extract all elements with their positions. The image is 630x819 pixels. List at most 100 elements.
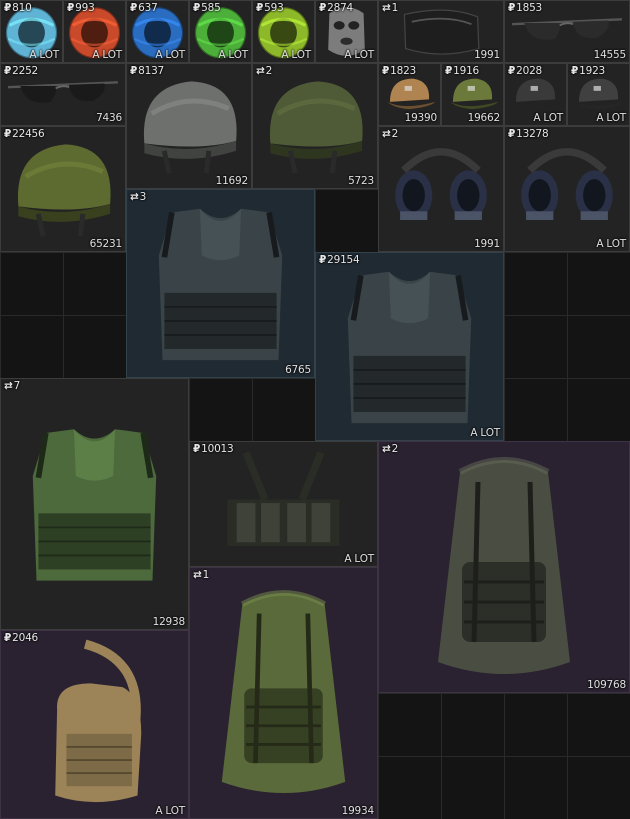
item-face-shield-black[interactable]: ⇄1 1991 [378,0,504,63]
item-armband-green[interactable]: ₽585 A LOT [189,0,252,63]
item-tag: ₽637 [130,2,158,14]
item-tag-value: 2 [391,443,399,455]
item-value: 7436 [96,112,122,124]
item-tag-value: 1853 [516,2,543,14]
item-tag-value: 1823 [390,65,417,77]
item-tag: ₽8137 [130,65,164,77]
currency-icon: ₽ [319,2,327,14]
sling-icon [1,631,188,818]
item-tag: ₽2028 [508,65,542,77]
vest-icon [127,190,314,377]
item-value: 12938 [152,616,186,628]
item-sunglasses-2[interactable]: ₽2252 7436 [0,63,126,126]
item-cap-olive[interactable]: ₽1916 19662 [441,63,504,126]
item-tag-value: 8137 [138,65,165,77]
item-sling-bag[interactable]: ₽2046 A LOT [0,630,189,819]
item-tag-value: 2 [391,128,399,140]
item-value: A LOT [596,112,626,124]
item-tag-value: 1916 [453,65,480,77]
item-tag-value: 1923 [579,65,606,77]
item-backpack-large[interactable]: ⇄2 109768 [378,441,630,693]
item-tag: ₽585 [193,2,221,14]
item-helmet-grey[interactable]: ₽8137 11692 [126,63,252,189]
item-helmet-green-small[interactable]: ⇄2 5723 [252,63,378,189]
item-tag: ₽1923 [571,65,605,77]
item-value: 19390 [404,112,438,124]
item-tag: ⇄1 [193,569,209,581]
currency-icon: ₽ [445,65,453,77]
item-tag-value: 2 [265,65,273,77]
item-sunglasses-1[interactable]: ₽1853 14555 [504,0,630,63]
item-armor-vest-2[interactable]: ₽29154 A LOT [315,252,504,441]
item-tag-value: 2874 [327,2,354,14]
item-value: 1991 [474,49,500,61]
item-value: 5723 [348,175,374,187]
item-value: 11692 [215,175,249,187]
item-tag-value: 29154 [327,254,360,266]
item-tag: ₽1823 [382,65,416,77]
currency-icon: ₽ [4,65,12,77]
currency-icon: ₽ [508,2,516,14]
item-tag-value: 10013 [201,443,234,455]
currency-icon: ₽ [130,65,138,77]
currency-icon: ₽ [571,65,579,77]
item-tag: ₽593 [256,2,284,14]
headset-icon [505,127,629,251]
item-headset-1[interactable]: ⇄2 1991 [378,126,504,252]
item-value: A LOT [281,49,311,61]
item-tag-value: 22456 [12,128,45,140]
currency-icon: ₽ [256,2,264,14]
item-helmet-green[interactable]: ₽22456 65231 [0,126,126,252]
currency-icon: ₽ [4,128,12,140]
item-tag-value: 1 [391,2,399,14]
item-tag-value: 993 [75,2,95,14]
item-value: A LOT [218,49,248,61]
item-armor-vest-1[interactable]: ⇄3 6765 [126,189,315,378]
item-tag: ₽13278 [508,128,549,140]
swap-icon: ⇄ [382,128,391,140]
item-balaclava[interactable]: ₽2874 A LOT [315,0,378,63]
item-armor-camo[interactable]: ⇄7 12938 [0,378,189,630]
item-tag: ⇄1 [382,2,398,14]
item-armband-blue[interactable]: ₽810 A LOT [0,0,63,63]
item-tag: ₽1853 [508,2,542,14]
rig-icon [190,442,377,566]
currency-icon: ₽ [193,2,201,14]
item-tag-value: 2028 [516,65,543,77]
vest-icon [1,379,188,629]
item-armband-red[interactable]: ₽993 A LOT [63,0,126,63]
item-tag-value: 585 [201,2,221,14]
item-armband-blue2[interactable]: ₽637 A LOT [126,0,189,63]
item-tag-value: 3 [139,191,147,203]
item-tag: ₽993 [67,2,95,14]
item-value: A LOT [470,427,500,439]
helmet-icon [1,127,125,251]
item-tag-value: 1 [202,569,210,581]
item-tag: ⇄3 [130,191,146,203]
item-value: A LOT [596,238,626,250]
item-tag: ₽810 [4,2,32,14]
item-tag: ₽22456 [4,128,45,140]
item-cap-tan[interactable]: ₽1823 19390 [378,63,441,126]
item-headset-2[interactable]: ₽13278 A LOT [504,126,630,252]
vest-icon [316,253,503,440]
item-value: 109768 [587,679,626,691]
swap-icon: ⇄ [4,380,13,392]
item-tag: ₽2874 [319,2,353,14]
helmet-icon [127,64,251,188]
item-chest-rig[interactable]: ₽10013 A LOT [189,441,378,567]
currency-icon: ₽ [193,443,201,455]
item-backpack-green[interactable]: ⇄1 19934 [189,567,378,819]
item-tag-value: 2252 [12,65,39,77]
item-cap-black-2[interactable]: ₽1923 A LOT [567,63,630,126]
item-value: A LOT [92,49,122,61]
item-value: A LOT [155,49,185,61]
item-value: 14555 [593,49,627,61]
item-tag: ₽2046 [4,632,38,644]
item-armband-yellowgreen[interactable]: ₽593 A LOT [252,0,315,63]
backpack-icon [379,442,629,692]
item-value: 19662 [467,112,501,124]
item-value: A LOT [29,49,59,61]
item-cap-black[interactable]: ₽2028 A LOT [504,63,567,126]
inventory-grid: ₽810 A LOT ₽993 A LOT ₽637 A LOT ₽585 A LOT ₽593… [0,0,630,819]
